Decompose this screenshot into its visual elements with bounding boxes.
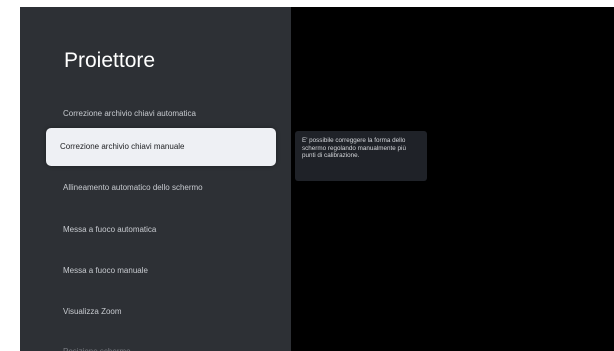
menu-item-view-zoom[interactable]: Visualizza Zoom xyxy=(63,301,122,323)
menu-item-auto-keystone[interactable]: Correzione archivio chiavi automatica xyxy=(63,103,196,125)
tooltip-text: E' possibile correggere la forma dello s… xyxy=(302,137,406,160)
menu-item-manual-keystone[interactable]: Correzione archivio chiavi manuale xyxy=(46,128,276,166)
tv-screen: Proiettore Correzione archivio chiavi au… xyxy=(20,7,614,351)
menu-item-screen-position[interactable]: Posizione schermo xyxy=(63,341,131,351)
panel-title: Proiettore xyxy=(64,49,156,72)
menu-item-manual-focus[interactable]: Messa a fuoco manuale xyxy=(63,260,148,282)
description-tooltip: E' possibile correggere la forma dello s… xyxy=(295,131,427,181)
settings-panel: Proiettore Correzione archivio chiavi au… xyxy=(20,7,291,351)
menu-item-auto-focus[interactable]: Messa a fuoco automatica xyxy=(63,219,156,241)
menu-item-auto-screen-alignment[interactable]: Allineamento automatico dello schermo xyxy=(63,177,203,199)
